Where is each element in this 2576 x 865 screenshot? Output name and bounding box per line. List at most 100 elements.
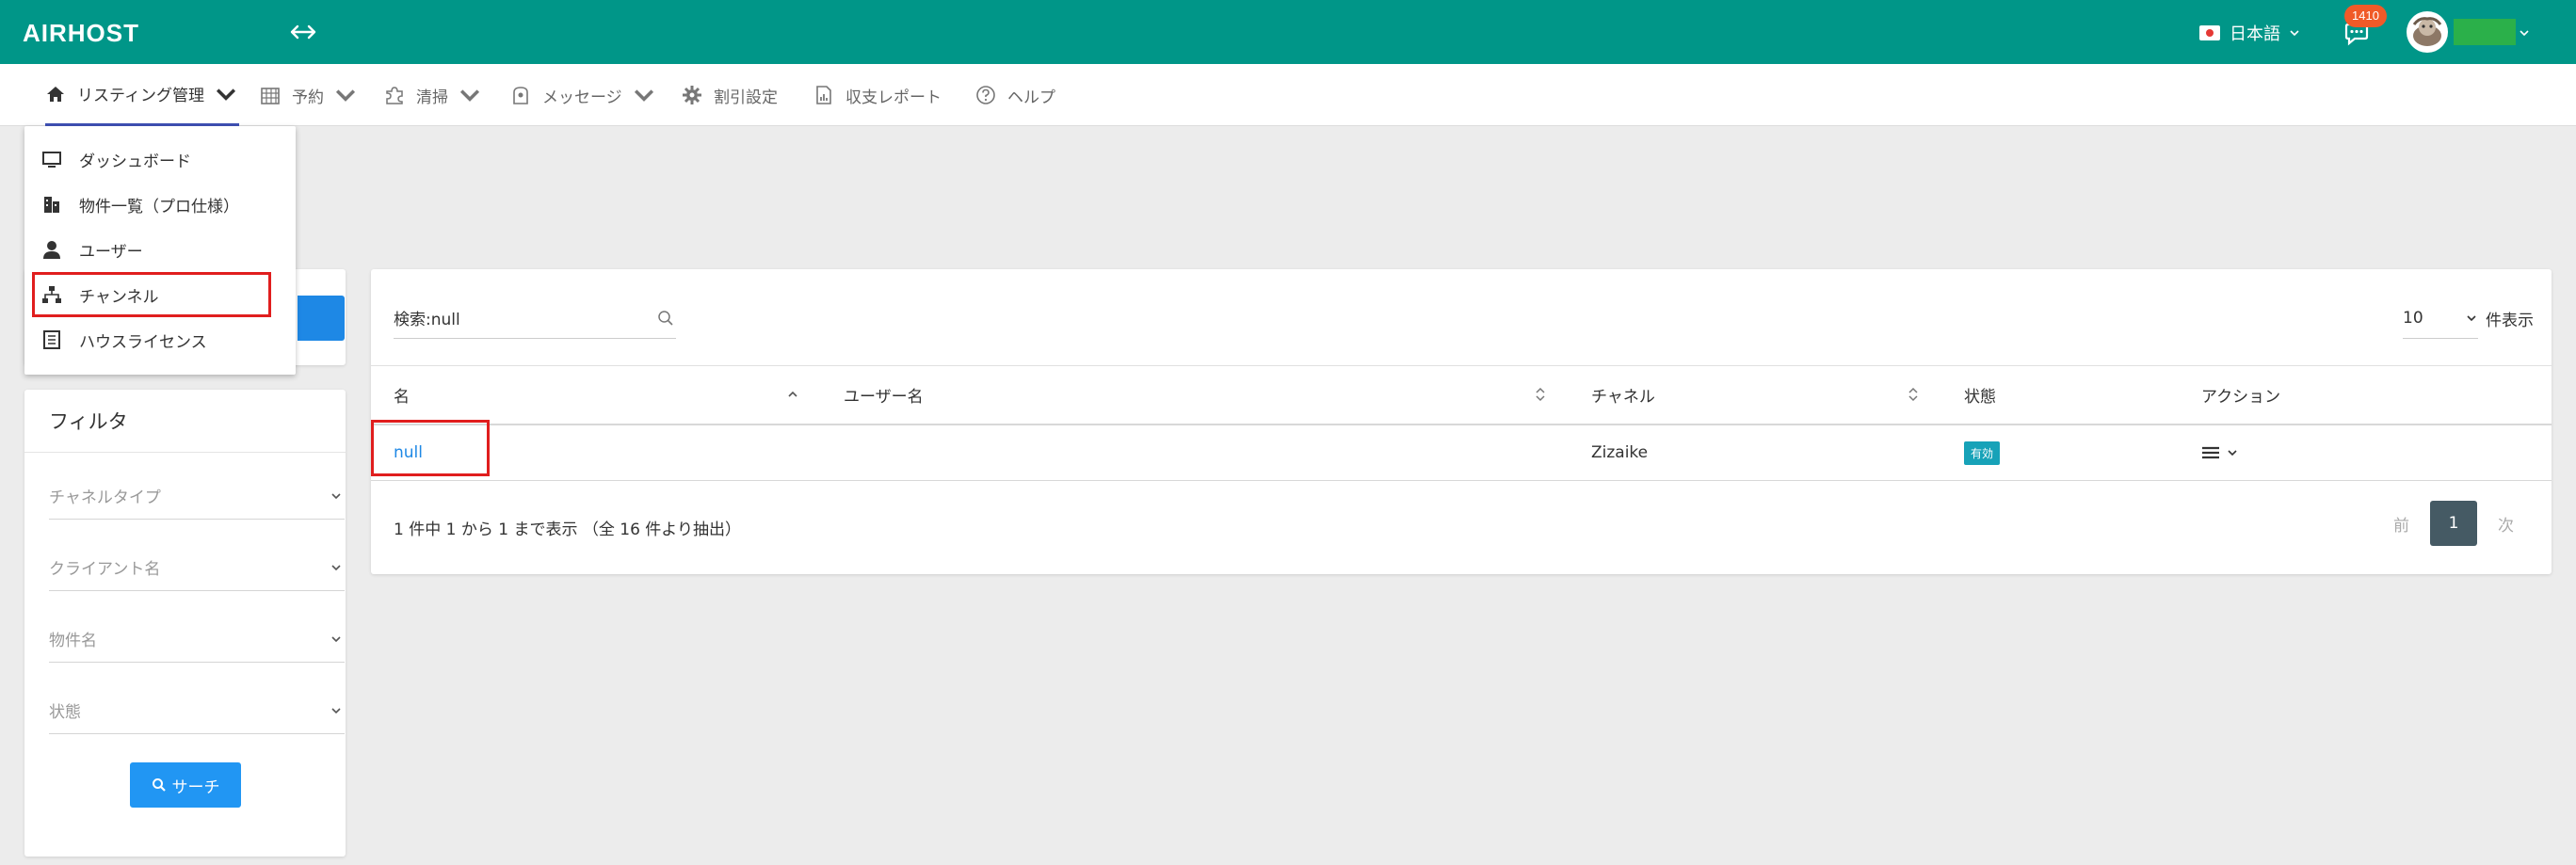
nav-label: 清掃 bbox=[416, 88, 448, 107]
status-badge: 有効 bbox=[1964, 441, 2001, 465]
filter-title: フィルタ bbox=[49, 410, 128, 433]
hamburger-menu-icon bbox=[2202, 446, 2219, 459]
menu-label: ダッシュボード bbox=[79, 152, 191, 171]
nav-label: 収支レポート bbox=[845, 88, 942, 107]
nav-label: 割引設定 bbox=[714, 88, 778, 107]
chevron-down-icon bbox=[331, 635, 341, 642]
menu-item-dashboard[interactable]: ダッシュボード bbox=[24, 136, 296, 182]
nav-cleaning[interactable]: 清掃 bbox=[384, 64, 480, 126]
chevron-down-icon bbox=[331, 492, 341, 499]
menu-label: 物件一覧（プロ仕様） bbox=[79, 197, 239, 216]
home-icon bbox=[47, 86, 64, 102]
sort-ascending-icon bbox=[788, 391, 797, 397]
puzzle-icon bbox=[386, 87, 403, 104]
document-icon bbox=[43, 330, 60, 349]
user-menu-chevron-icon[interactable] bbox=[2520, 28, 2529, 38]
pagination-page-1[interactable]: 1 bbox=[2430, 501, 2477, 546]
header-label: 状態 bbox=[1964, 387, 1996, 407]
column-header-action: アクション bbox=[2179, 365, 2552, 424]
sort-icon bbox=[1536, 387, 1545, 402]
filter-status[interactable]: 状態 bbox=[49, 687, 345, 734]
table-cell-channel: Zizaike bbox=[1569, 425, 1648, 480]
button-label: サーチ bbox=[171, 777, 220, 797]
search-icon bbox=[658, 310, 673, 326]
calendar-icon bbox=[261, 88, 280, 104]
building-icon bbox=[44, 197, 59, 213]
nav-messages[interactable]: メッセージ bbox=[510, 64, 654, 126]
language-label: 日本語 bbox=[2230, 24, 2280, 44]
report-icon bbox=[816, 86, 831, 104]
nav-income-report[interactable]: 収支レポート bbox=[813, 64, 942, 126]
japan-flag-icon bbox=[2199, 25, 2220, 40]
row-action-menu[interactable] bbox=[2179, 425, 2237, 480]
swap-horizontal-icon[interactable] bbox=[288, 17, 318, 47]
gear-icon bbox=[683, 86, 701, 104]
search-icon bbox=[152, 778, 166, 792]
page-size-suffix: 件表示 bbox=[2486, 311, 2534, 330]
menu-item-channel[interactable]: チャンネル bbox=[24, 272, 296, 317]
chevron-down-icon bbox=[216, 88, 236, 101]
table-summary: 1 件中 1 から 1 まで表示 （全 16 件より抽出） bbox=[394, 521, 741, 539]
nav-label: 予約 bbox=[292, 88, 324, 107]
page-size-select[interactable]: 10 bbox=[2403, 297, 2478, 339]
chevron-down-icon bbox=[335, 89, 356, 102]
nav-reservations[interactable]: 予約 bbox=[260, 64, 356, 126]
user-icon bbox=[43, 241, 60, 259]
nav-help[interactable]: ヘルプ bbox=[975, 64, 1055, 126]
row-name-link[interactable]: null bbox=[394, 443, 423, 462]
primary-action-button[interactable] bbox=[298, 296, 345, 341]
field-label: クライアント名 bbox=[49, 560, 161, 579]
filter-search-button[interactable]: サーチ bbox=[130, 762, 241, 808]
help-circle-icon bbox=[976, 86, 995, 104]
divider bbox=[24, 452, 346, 453]
chevron-down-icon bbox=[634, 89, 653, 102]
column-header-username[interactable]: ユーザー名 bbox=[821, 365, 1569, 424]
row-channel: Zizaike bbox=[1591, 443, 1649, 462]
menu-item-property-list[interactable]: 物件一覧（プロ仕様） bbox=[24, 182, 296, 227]
pagination-prev[interactable]: 前 bbox=[2393, 501, 2409, 546]
user-name-redacted[interactable] bbox=[2454, 19, 2516, 45]
inbox-icon bbox=[513, 87, 528, 104]
table-cell-username bbox=[821, 425, 844, 480]
table-search-input[interactable]: 検索:null bbox=[394, 297, 676, 339]
monitor-icon bbox=[42, 152, 61, 168]
menu-item-house-license[interactable]: ハウスライセンス bbox=[24, 317, 296, 362]
header-label: 名 bbox=[394, 387, 410, 407]
top-bar: AIRHOST 日本語 1410 bbox=[0, 0, 2576, 64]
divider bbox=[371, 480, 2552, 481]
page-size-control: 10 件表示 bbox=[2403, 297, 2534, 339]
pagination-next[interactable]: 次 bbox=[2498, 501, 2514, 546]
notification-badge: 1410 bbox=[2344, 5, 2387, 27]
nav-discount-settings[interactable]: 割引設定 bbox=[682, 64, 778, 126]
chevron-down-icon bbox=[331, 707, 341, 713]
table-cell-status: 有効 bbox=[1941, 425, 2001, 480]
table-row: null bbox=[371, 425, 423, 480]
chevron-down-icon bbox=[2290, 30, 2299, 37]
menu-label: ハウスライセンス bbox=[79, 332, 207, 352]
menu-label: チャンネル bbox=[79, 287, 159, 307]
filter-panel: フィルタ チャネルタイプ クライアント名 物件名 状態 サーチ bbox=[24, 390, 346, 857]
filter-client-name[interactable]: クライアント名 bbox=[49, 544, 345, 591]
filter-property-name[interactable]: 物件名 bbox=[49, 616, 345, 663]
header-label: ユーザー名 bbox=[844, 387, 924, 407]
chevron-down-icon bbox=[331, 564, 341, 570]
avatar[interactable] bbox=[2407, 11, 2448, 53]
pagination: 前 1 次 bbox=[2393, 501, 2514, 546]
chevron-down-icon bbox=[459, 89, 480, 102]
column-header-channel[interactable]: チャネル bbox=[1569, 365, 1941, 424]
filter-channel-type[interactable]: チャネルタイプ bbox=[49, 473, 345, 520]
chevron-down-icon bbox=[2467, 314, 2476, 321]
header-label: チャネル bbox=[1591, 387, 1655, 407]
chevron-down-icon bbox=[2228, 450, 2237, 457]
avatar-image-icon bbox=[2412, 17, 2442, 46]
field-label: 状態 bbox=[49, 703, 81, 722]
column-header-name[interactable]: 名 bbox=[371, 365, 821, 424]
app-logo[interactable]: AIRHOST bbox=[23, 19, 139, 48]
nav-listing-management[interactable]: リスティング管理 bbox=[45, 64, 239, 126]
menu-item-users[interactable]: ユーザー bbox=[24, 227, 296, 272]
search-value: 検索:null bbox=[394, 311, 460, 329]
nav-label: メッセージ bbox=[542, 88, 622, 107]
language-selector[interactable]: 日本語 bbox=[2199, 21, 2299, 45]
sitemap-icon bbox=[42, 286, 61, 303]
listing-management-dropdown: ダッシュボード 物件一覧（プロ仕様） ユーザー チャンネル ハウスライセンス bbox=[24, 126, 296, 375]
